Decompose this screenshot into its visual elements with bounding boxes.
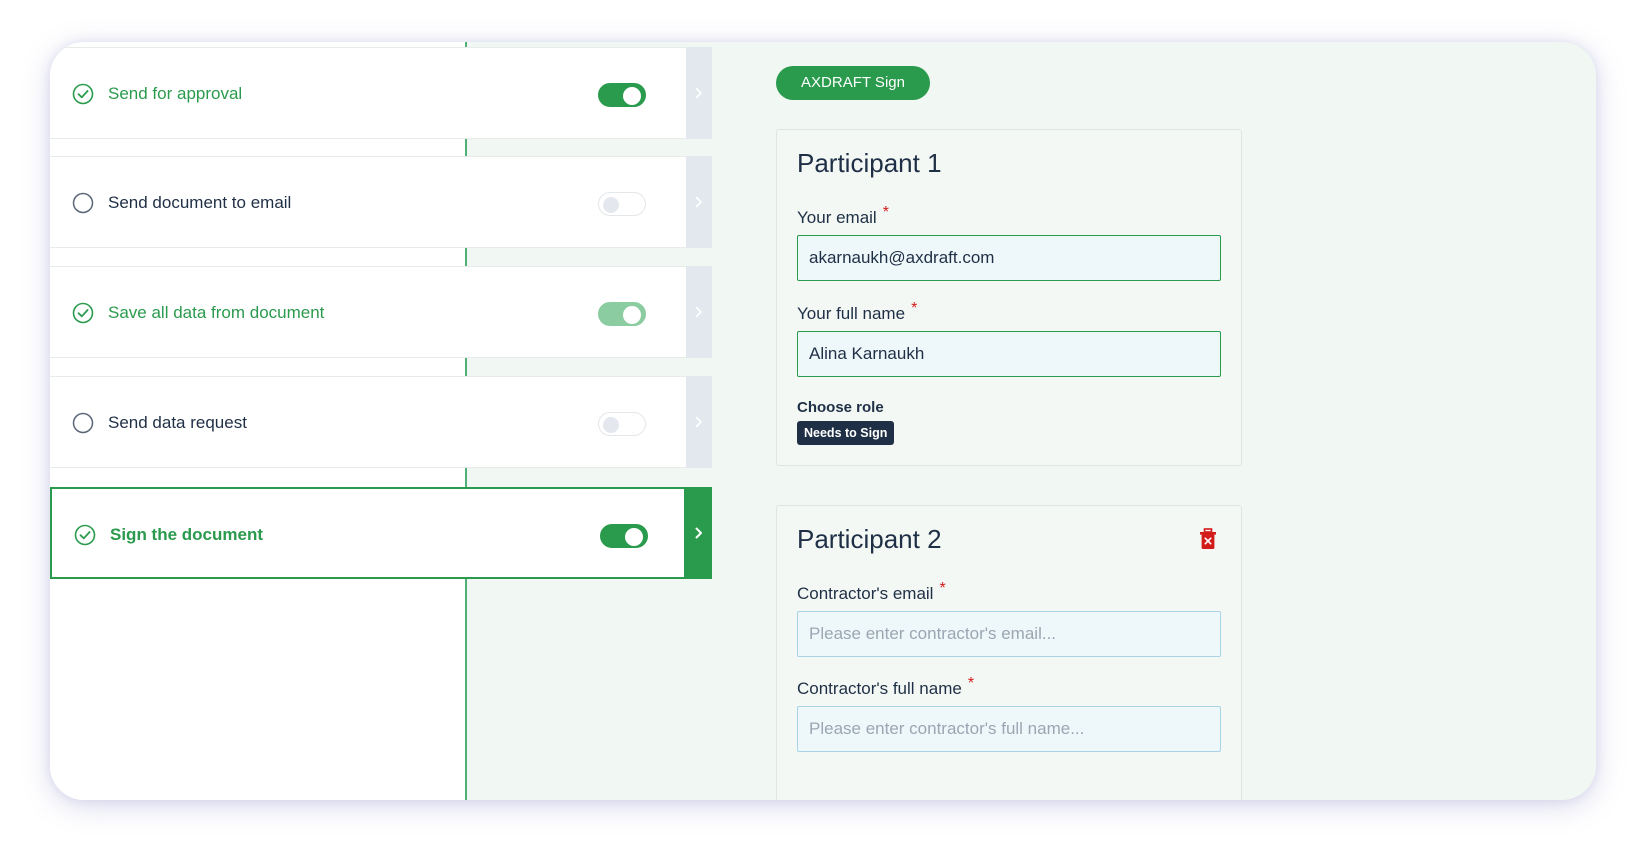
participant-title: Participant 1 (797, 148, 942, 178)
toggle-knob (603, 197, 619, 213)
step-toggle[interactable] (598, 412, 646, 436)
chevron-right-icon (695, 416, 702, 428)
step-expand-button[interactable] (686, 156, 712, 248)
participant-1-card: Participant 1 Your email * Your full name… (776, 129, 1242, 466)
toggle-knob (603, 417, 619, 433)
check-circle-icon (72, 83, 94, 105)
axdraft-sign-button[interactable]: AXDRAFT Sign (776, 66, 930, 100)
required-mark: * (882, 204, 889, 221)
step-toggle[interactable] (598, 83, 646, 107)
step-save-all-data[interactable]: Save all data from document (50, 266, 686, 358)
check-circle-icon (72, 302, 94, 324)
contractor-email-field[interactable] (797, 611, 1221, 657)
chevron-right-icon (695, 87, 702, 99)
step-label: Save all data from document (108, 303, 325, 322)
required-mark: * (967, 675, 975, 692)
email-field[interactable] (797, 235, 1221, 281)
role-label: Choose role (797, 399, 884, 416)
role-badge[interactable]: Needs to Sign (797, 421, 895, 445)
participant-title: Participant 2 (797, 524, 942, 554)
step-label: Send document to email (108, 193, 292, 212)
contractor-email-label-text: Contractor's email (797, 584, 934, 603)
full-name-label-text: Your full name (797, 304, 906, 323)
contractor-email-label: Contractor's email * (797, 580, 946, 604)
contractor-name-label-text: Contractor's full name (797, 679, 962, 698)
toggle-knob (623, 306, 641, 324)
check-circle-icon (74, 524, 96, 546)
step-label: Send data request (108, 413, 247, 432)
toggle-knob (625, 528, 643, 546)
empty-circle-icon (72, 192, 94, 214)
step-expand-button[interactable] (686, 266, 712, 358)
email-label-text: Your email (797, 208, 877, 227)
required-mark: * (911, 300, 918, 317)
email-label: Your email * (797, 204, 889, 228)
chevron-right-icon (695, 527, 702, 539)
toggle-knob (623, 87, 641, 105)
workflow-card: Send for approval Send document to email… (50, 42, 1596, 800)
step-toggle[interactable] (598, 302, 646, 326)
empty-circle-icon (72, 412, 94, 434)
full-name-label: Your full name * (797, 300, 917, 324)
chevron-right-icon (695, 196, 702, 208)
contractor-name-field[interactable] (797, 706, 1221, 752)
step-send-data-request[interactable]: Send data request (50, 376, 686, 468)
required-mark: * (939, 580, 946, 597)
step-sign-the-document[interactable]: Sign the document (50, 487, 686, 579)
step-toggle[interactable] (598, 192, 646, 216)
contractor-name-label: Contractor's full name * (797, 675, 974, 699)
step-send-for-approval[interactable]: Send for approval (50, 47, 686, 139)
step-send-document-to-email[interactable]: Send document to email (50, 156, 686, 248)
step-label: Sign the document (110, 525, 263, 544)
step-toggle[interactable] (600, 524, 648, 548)
participant-2-card: Participant 2 Contractor's email * Contra… (776, 505, 1242, 800)
step-label: Send for approval (108, 84, 243, 103)
step-expand-button[interactable] (686, 47, 712, 139)
step-expand-button[interactable] (686, 376, 712, 468)
chevron-right-icon (695, 306, 702, 318)
trash-icon[interactable] (1199, 528, 1217, 550)
full-name-field[interactable] (797, 331, 1221, 377)
step-expand-button[interactable] (686, 487, 712, 579)
